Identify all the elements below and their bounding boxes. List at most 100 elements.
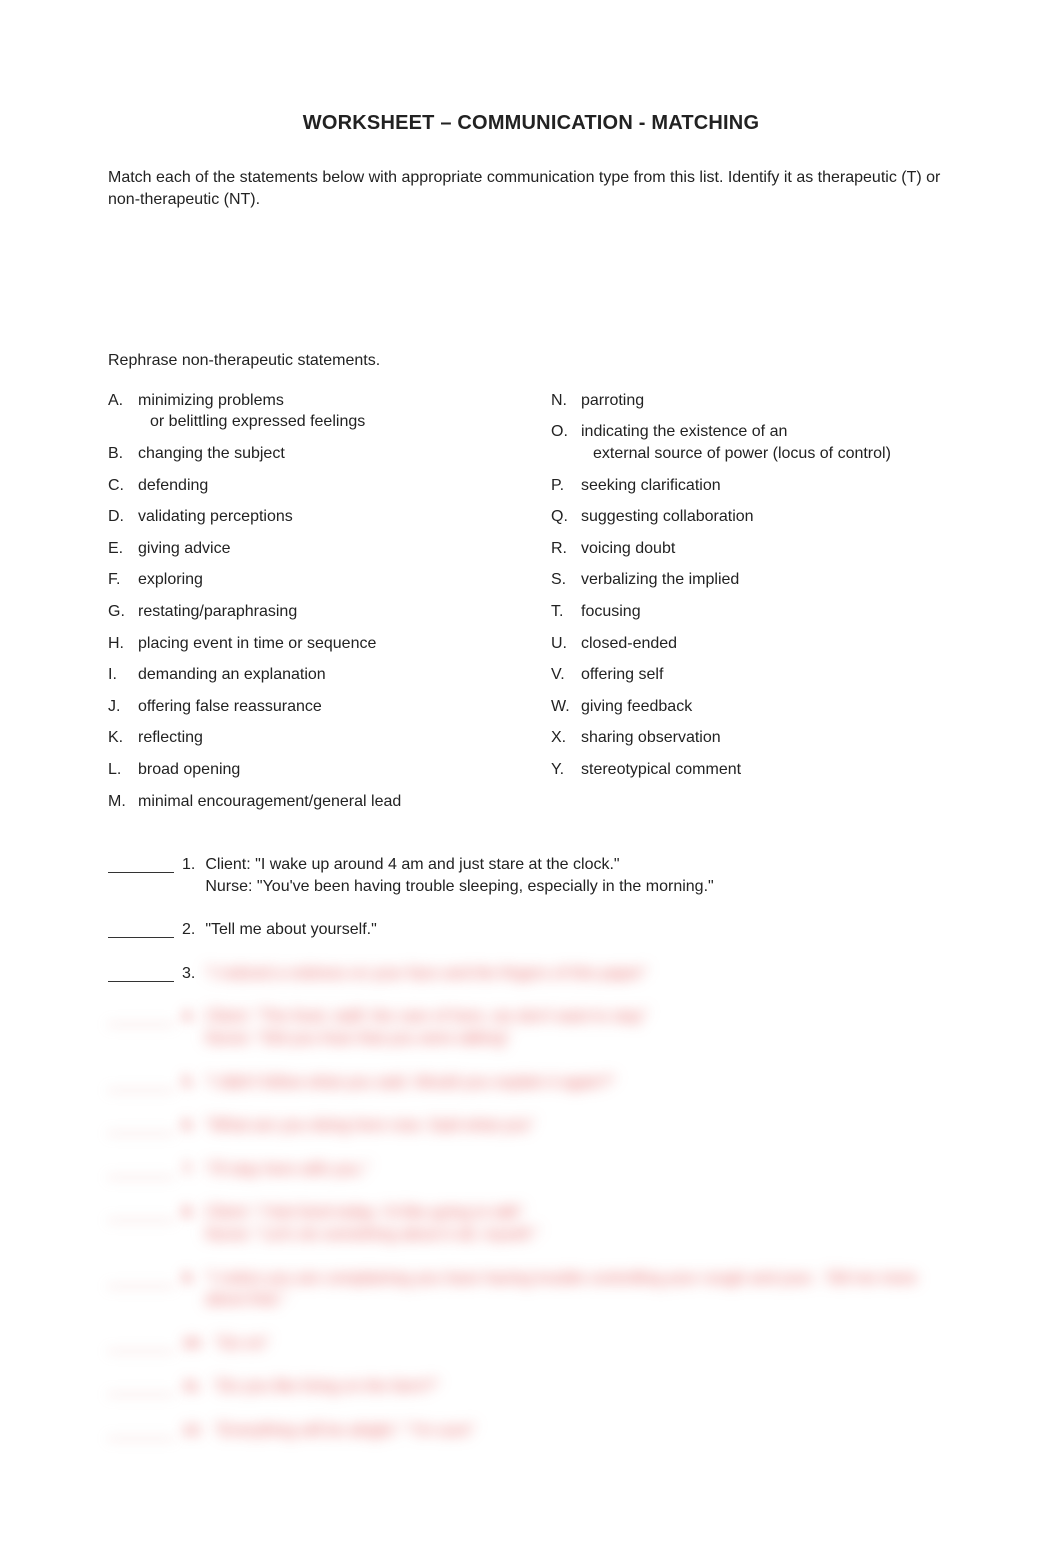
option-item: C.defending: [108, 475, 511, 497]
options-columns: A.minimizing problemsor belittling expre…: [108, 390, 954, 822]
option-text: offering false reassurance: [138, 696, 511, 718]
answer-blank[interactable]: [108, 1379, 174, 1395]
option-letter: L.: [108, 759, 138, 781]
option-item: I.demanding an explanation: [108, 664, 511, 686]
option-item: R. voicing doubt: [551, 538, 954, 560]
question-text-blurred: "Everything will be alright." "I'm sure": [214, 1420, 954, 1442]
option-text: verbalizing the implied: [581, 569, 954, 591]
option-letter: H.: [108, 633, 138, 655]
answer-blank[interactable]: [108, 1336, 174, 1352]
option-item: J.offering false reassurance: [108, 696, 511, 718]
option-text: voicing doubt: [581, 538, 954, 560]
option-letter: T.: [551, 601, 581, 623]
questions-section: 1. Client: "I wake up around 4 am and ju…: [108, 854, 954, 1442]
option-item: A.minimizing problemsor belittling expre…: [108, 390, 511, 433]
option-letter: J.: [108, 696, 138, 718]
answer-blank[interactable]: [108, 1423, 174, 1439]
answer-blank[interactable]: [108, 922, 174, 938]
option-item: U. closed-ended: [551, 633, 954, 655]
option-letter: B.: [108, 443, 138, 465]
answer-blank[interactable]: [108, 857, 174, 873]
question-blurred: 4. Client: "The food, staff, the care of …: [108, 1006, 954, 1049]
question-number: 7.: [182, 1159, 195, 1181]
option-text: giving feedback: [581, 696, 954, 718]
option-letter: N.: [551, 390, 581, 412]
option-text: changing the subject: [138, 443, 511, 465]
option-text: closed-ended: [581, 633, 954, 655]
question-number: 8.: [182, 1202, 195, 1224]
question-number: 9.: [182, 1268, 195, 1290]
option-letter: C.: [108, 475, 138, 497]
question-blurred: 7."I'll stay here with you.": [108, 1159, 954, 1181]
question-text-blurred: "Go on": [214, 1333, 954, 1355]
question-2: 2. "Tell me about yourself.": [108, 919, 954, 941]
option-text: restating/paraphrasing: [138, 601, 511, 623]
option-subtext: or belittling expressed feelings: [138, 411, 511, 433]
question-number: 11.: [182, 1376, 203, 1398]
option-letter: W.: [551, 696, 581, 718]
answer-blank[interactable]: [108, 966, 174, 982]
question-text-blurred: "I notice you are complaining you have h…: [205, 1268, 954, 1311]
question-blurred: 12."Everything will be alright." "I'm su…: [108, 1420, 954, 1442]
option-item: H.placing event in time or sequence: [108, 633, 511, 655]
option-text: minimizing problemsor belittling express…: [138, 390, 511, 433]
option-letter: E.: [108, 538, 138, 560]
question-text: "Tell me about yourself.": [205, 919, 954, 941]
option-letter: Q.: [551, 506, 581, 528]
option-item: N.parroting: [551, 390, 954, 412]
option-text: demanding an explanation: [138, 664, 511, 686]
question-number: 6.: [182, 1115, 195, 1137]
option-item: S. verbalizing the implied: [551, 569, 954, 591]
question-number: 4.: [182, 1006, 195, 1028]
answer-blank[interactable]: [108, 1009, 174, 1025]
option-text: seeking clarification: [581, 475, 954, 497]
answer-blank[interactable]: [108, 1271, 174, 1287]
question-number: 10.: [182, 1333, 204, 1355]
option-item: Y. stereotypical comment: [551, 759, 954, 781]
option-text: placing event in time or sequence: [138, 633, 511, 655]
question-blurred: 6. "What are you doing here now. Said wha…: [108, 1115, 954, 1137]
option-item: G.restating/paraphrasing: [108, 601, 511, 623]
answer-blank[interactable]: [108, 1075, 174, 1091]
worksheet-title: WORKSHEET – COMMUNICATION - MATCHING: [108, 110, 954, 137]
option-text: parroting: [581, 390, 954, 412]
option-item: L.broad opening: [108, 759, 511, 781]
q1-line1: Client: "I wake up around 4 am and just …: [205, 854, 954, 876]
option-text: offering self: [581, 664, 954, 686]
option-letter: I.: [108, 664, 138, 686]
option-text: focusing: [581, 601, 954, 623]
option-text: indicating the existence of anexternal s…: [581, 421, 954, 464]
option-item: W. giving feedback: [551, 696, 954, 718]
question-text-blurred: Client: "The food, staff, the care of he…: [205, 1006, 954, 1049]
option-item: T. focusing: [551, 601, 954, 623]
option-letter: U.: [551, 633, 581, 655]
option-letter: G.: [108, 601, 138, 623]
answer-blank[interactable]: [108, 1205, 174, 1221]
option-letter: X.: [551, 727, 581, 749]
option-letter: M.: [108, 791, 138, 813]
option-letter: Y.: [551, 759, 581, 781]
option-letter: A.: [108, 390, 138, 433]
answer-blank[interactable]: [108, 1118, 174, 1134]
option-text: sharing observation: [581, 727, 954, 749]
option-letter: F.: [108, 569, 138, 591]
option-item: E.giving advice: [108, 538, 511, 560]
option-text: giving advice: [138, 538, 511, 560]
option-item: K. reflecting: [108, 727, 511, 749]
option-item: O.indicating the existence of anexternal…: [551, 421, 954, 464]
question-text-blurred: "I noticed a redness on your face and th…: [205, 963, 954, 985]
option-letter: V.: [551, 664, 581, 686]
q1-line2: Nurse: "You've been having trouble sleep…: [205, 876, 954, 898]
option-letter: R.: [551, 538, 581, 560]
option-item: F.exploring: [108, 569, 511, 591]
option-item: B.changing the subject: [108, 443, 511, 465]
option-letter: P.: [551, 475, 581, 497]
answer-blank[interactable]: [108, 1162, 174, 1178]
question-text-blurred: "What are you doing here now. Said what …: [205, 1115, 954, 1137]
option-item: V. offering self: [551, 664, 954, 686]
question-number: 1.: [182, 854, 195, 876]
option-letter: D.: [108, 506, 138, 528]
question-blurred: 10. "Go on": [108, 1333, 954, 1355]
question-text-blurred: "Do you like living on the farm?": [213, 1376, 954, 1398]
question-text: Client: "I wake up around 4 am and just …: [205, 854, 954, 897]
